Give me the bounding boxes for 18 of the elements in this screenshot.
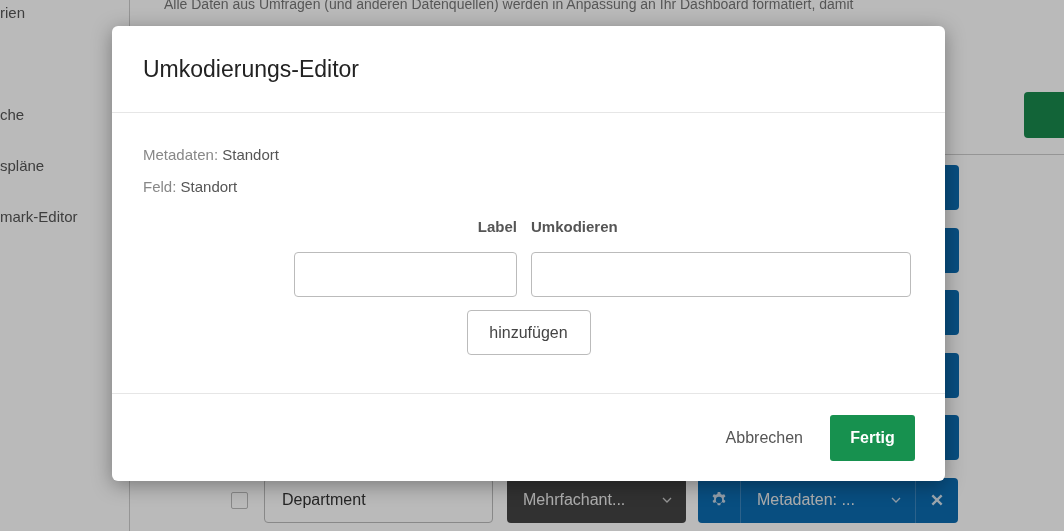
- dialog-title: Umkodierungs-Editor: [143, 55, 360, 83]
- info-text: Feld: Standort: [143, 178, 238, 195]
- add-button[interactable]: hinzufügen: [466, 310, 591, 355]
- close-icon: [930, 493, 944, 507]
- label-field[interactable]: [294, 252, 517, 297]
- checkbox[interactable]: [231, 491, 248, 509]
- sidebar-item[interactable]: spläne: [0, 157, 45, 175]
- done-button[interactable]: Fertig: [830, 414, 915, 461]
- sidebar-item[interactable]: mark-Editor: [0, 208, 78, 226]
- column-header: Label: [477, 218, 517, 235]
- sidebar-item[interactable]: che: [0, 106, 25, 124]
- caret-icon: [891, 497, 901, 503]
- recode-field[interactable]: [531, 252, 911, 297]
- column-header: Umkodieren: [531, 218, 619, 235]
- remove-button[interactable]: [915, 477, 958, 523]
- sidebar-item[interactable]: rien: [0, 4, 25, 22]
- caret-icon: [662, 497, 672, 503]
- info-text: Metadaten: Standort: [143, 146, 279, 163]
